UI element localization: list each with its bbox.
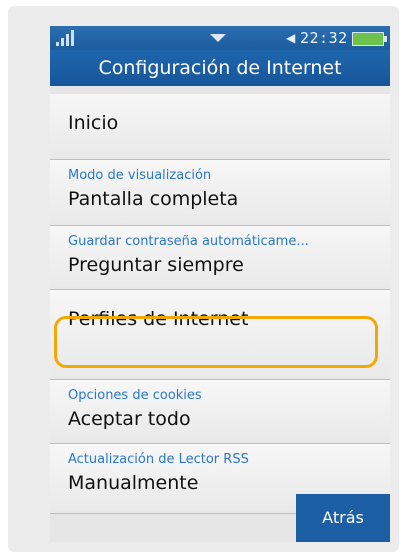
clock: 22:32 — [300, 29, 348, 47]
setting-display-mode[interactable]: Modo de visualización Pantalla completa — [50, 160, 390, 226]
screenshot-frame: ◀ 22:32 Configuración de Internet Inicio… — [8, 6, 399, 552]
setting-value: Inicio — [68, 112, 119, 134]
battery-icon — [352, 32, 387, 46]
setting-label: Modo de visualización — [68, 168, 212, 183]
setting-label: Opciones de cookies — [68, 388, 202, 403]
setting-value: Preguntar siempre — [68, 254, 244, 276]
highlight-outline — [54, 316, 378, 368]
speaker-icon: ◀ — [286, 31, 296, 45]
setting-save-password[interactable]: Guardar contraseña automáticame... Pregu… — [50, 226, 390, 290]
setting-label: Guardar contraseña automáticame... — [68, 234, 309, 249]
status-bar: ◀ 22:32 — [50, 26, 390, 50]
setting-cookie-options[interactable]: Opciones de cookies Aceptar todo — [50, 380, 390, 444]
signal-icon — [56, 30, 78, 46]
back-button[interactable]: Atrás — [296, 494, 390, 542]
setting-value: Manualmente — [68, 472, 199, 494]
phone-screen: ◀ 22:32 Configuración de Internet Inicio… — [50, 26, 390, 542]
setting-value: Aceptar todo — [68, 408, 191, 430]
settings-list: Inicio Modo de visualización Pantalla co… — [50, 94, 390, 514]
setting-homepage[interactable]: Inicio — [50, 94, 390, 160]
page-title: Configuración de Internet — [50, 50, 390, 86]
setting-value: Pantalla completa — [68, 188, 239, 210]
dropdown-arrow-icon[interactable] — [210, 34, 226, 42]
setting-label: Actualización de Lector RSS — [68, 452, 249, 467]
